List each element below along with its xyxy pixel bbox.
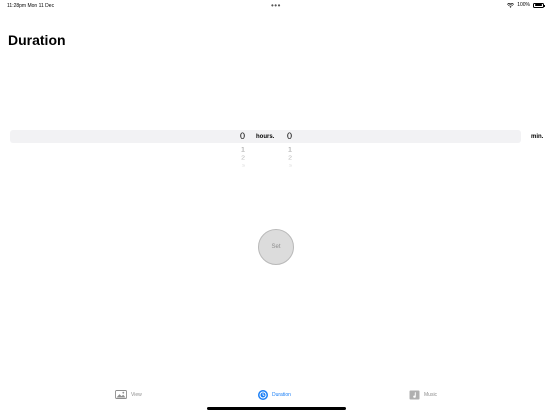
- minutes-value-option[interactable]: 3: [289, 164, 292, 168]
- status-time-date: 11:28pm Mon 11 Dec: [7, 3, 55, 9]
- music-note-icon: [409, 390, 420, 400]
- set-button[interactable]: Set: [258, 229, 294, 265]
- hours-value-option[interactable]: 1: [241, 145, 245, 153]
- tab-duration-label: Duration: [272, 392, 291, 398]
- tab-music-label: Music: [424, 392, 438, 398]
- minutes-value-option[interactable]: 2: [288, 155, 292, 162]
- hours-value-selected[interactable]: 0: [240, 132, 245, 141]
- status-bar: 11:28pm Mon 11 Dec ••• 100%: [0, 0, 552, 12]
- wifi-icon: [507, 2, 515, 8]
- photo-icon: [115, 390, 127, 399]
- hours-value-option[interactable]: 2: [241, 155, 245, 162]
- battery-icon: [533, 2, 545, 8]
- minutes-value-option[interactable]: 1: [288, 145, 292, 153]
- tab-view-label: View: [131, 391, 142, 398]
- page-title: Duration: [8, 32, 66, 48]
- status-indicators: 100%: [507, 2, 545, 8]
- battery-percentage: 100%: [517, 2, 530, 8]
- tab-bar: View Duration Music: [0, 388, 552, 408]
- tab-music[interactable]: Music: [409, 390, 437, 400]
- minutes-unit-label: min.: [531, 134, 544, 140]
- timer-icon: [258, 390, 268, 400]
- tab-view[interactable]: View: [115, 390, 142, 399]
- hours-unit-label: hours.: [256, 134, 275, 140]
- tab-duration[interactable]: Duration: [258, 390, 291, 400]
- hours-value-option[interactable]: 3: [242, 164, 245, 168]
- home-indicator[interactable]: [207, 407, 346, 410]
- multitasking-dots[interactable]: •••: [271, 1, 281, 10]
- minutes-value-selected[interactable]: 0: [287, 132, 292, 141]
